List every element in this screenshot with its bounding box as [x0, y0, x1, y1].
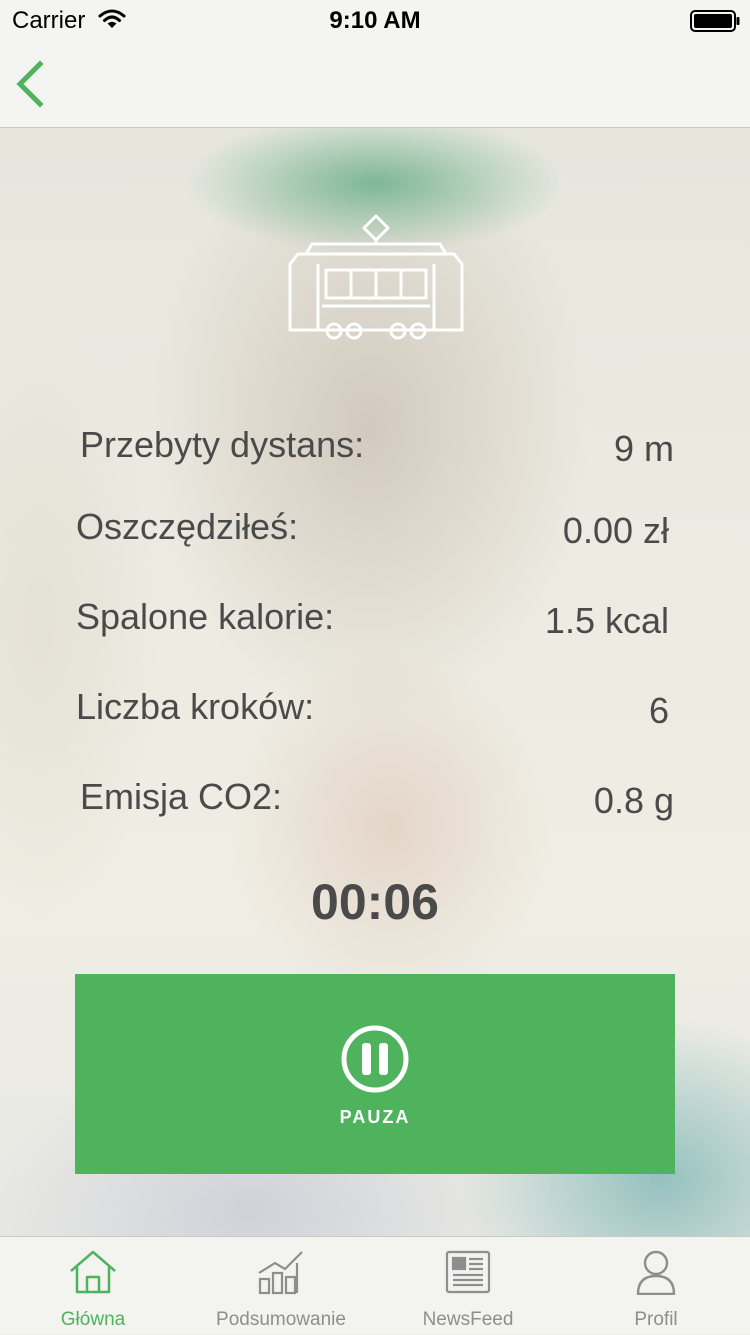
- pause-label[interactable]: PAUZA: [75, 1106, 675, 1128]
- trip-timer: 00:06: [311, 874, 439, 930]
- tab-profile[interactable]: Profil: [581, 1237, 731, 1335]
- tram-icon: [288, 214, 464, 340]
- home-icon: [70, 1250, 116, 1294]
- savings-value: 0.00 zł: [562, 510, 669, 551]
- distance-value: 9 m: [613, 428, 674, 469]
- tab-profile-label: Profil: [634, 1309, 678, 1330]
- tab-summary-label: Podsumowanie: [216, 1309, 346, 1330]
- status-time: 9:10 AM: [329, 7, 421, 34]
- tab-home-label: Główna: [60, 1309, 126, 1330]
- back-button[interactable]: [10, 58, 54, 110]
- pause-icon[interactable]: [340, 1024, 410, 1094]
- calories-value: 1.5 kcal: [544, 600, 669, 641]
- steps-label: Liczba kroków:: [76, 686, 315, 727]
- battery-icon: [690, 10, 740, 32]
- savings-label: Oszczędziłeś:: [76, 506, 299, 547]
- calories-label: Spalone kalorie:: [76, 596, 335, 637]
- user-icon: [636, 1250, 676, 1295]
- status-bar: Carrier 9:10 AM: [0, 0, 750, 40]
- tab-summary[interactable]: Podsumowanie: [206, 1237, 356, 1335]
- tab-bar: Główna Podsumowanie NewsFeed Profil: [0, 1236, 750, 1334]
- tab-newsfeed-label: NewsFeed: [422, 1309, 514, 1330]
- navigation-bar: [0, 40, 750, 128]
- chevron-left-icon: [16, 60, 44, 108]
- bar-chart-icon: [258, 1251, 303, 1295]
- co2-label: Emisja CO2:: [80, 776, 283, 817]
- tab-home[interactable]: Główna: [18, 1237, 168, 1335]
- tab-newsfeed[interactable]: NewsFeed: [393, 1237, 543, 1335]
- newspaper-icon: [445, 1250, 491, 1294]
- distance-label: Przebyty dystans:: [80, 424, 365, 465]
- steps-value: 6: [648, 690, 669, 731]
- co2-value: 0.8 g: [593, 780, 674, 821]
